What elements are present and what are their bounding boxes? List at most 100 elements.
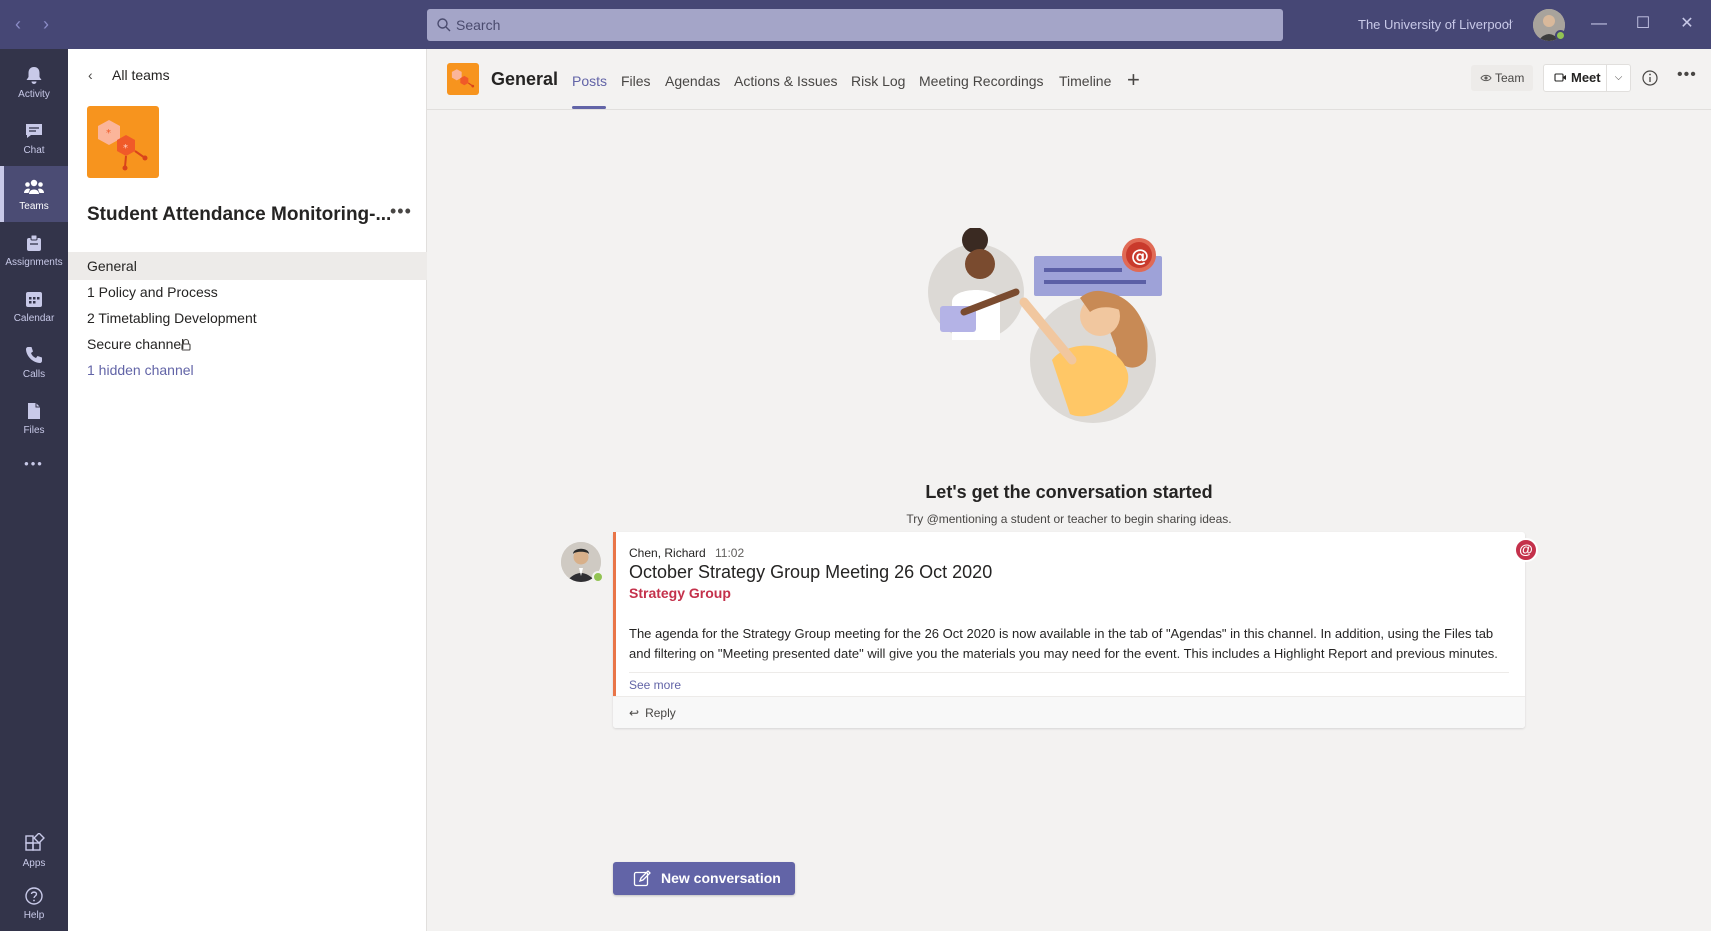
calendar-icon [26,292,42,307]
post-divider [629,672,1509,673]
video-camera-icon [1554,73,1566,82]
channel-item-general[interactable]: General [68,252,427,280]
forward-arrow-button[interactable]: › [36,14,56,34]
mention-icon: @ [1514,538,1538,562]
all-teams-link[interactable]: ‹ All teams [88,67,170,83]
info-icon[interactable] [1640,68,1660,88]
post-subject: October Strategy Group Meeting 26 Oct 20… [629,562,993,582]
conversation-illustration: @ [928,228,1162,423]
phone-icon [26,347,42,363]
post-tag-mention[interactable]: Strategy Group [629,585,731,601]
active-tab-indicator [572,106,606,109]
hexagon-molecule-icon [451,69,475,88]
channel-item-secure[interactable]: Secure channel [68,330,427,358]
svg-text:*: * [123,143,128,154]
chevron-left-icon: ‹ [88,67,93,83]
new-conversation-label: New conversation [661,870,781,886]
rail-label: Calendar [13,313,55,324]
eye-icon [1480,74,1492,82]
post-author[interactable]: Chen, Richard [629,546,706,560]
team-button-label: Team [1495,71,1525,85]
rail-label: Help [23,910,45,921]
file-icon [28,403,40,419]
minimize-button[interactable]: — [1587,12,1611,36]
chat-icon [26,124,42,138]
tab-timeline[interactable]: Timeline [1059,73,1111,89]
close-button[interactable]: ✕ [1675,12,1699,36]
meet-button[interactable]: Meet [1543,64,1607,92]
help-icon [25,887,43,905]
presence-available-icon [1555,30,1566,41]
rail-label: Calls [22,369,46,380]
rail-item-help[interactable]: Help [0,875,68,931]
team-more-options-button[interactable]: ••• [390,201,412,222]
tab-files[interactable]: Files [621,73,651,89]
rail-item-teams[interactable]: Teams [0,166,68,222]
reply-arrow-icon: ↩ [629,706,640,720]
tab-risk-log[interactable]: Risk Log [851,73,905,89]
rail-item-activity[interactable]: Activity [0,54,68,110]
rail-label: Activity [18,89,50,100]
rail-label: Assignments [5,257,63,268]
new-conversation-button[interactable]: New conversation [613,862,795,895]
meet-button-label: Meet [1571,70,1601,85]
tab-agendas[interactable]: Agendas [665,73,720,89]
tab-actions-issues[interactable]: Actions & Issues [734,73,838,89]
tab-posts[interactable]: Posts [572,73,607,89]
all-teams-label: All teams [112,67,170,83]
presence-available-icon [592,571,604,583]
search-input[interactable] [456,9,1256,41]
empty-state-subtitle: Try @mentioning a student or teacher to … [906,512,1232,526]
org-switcher[interactable]: The University of Liverpool [1358,17,1512,32]
post-body-fade [629,656,1509,669]
rail-more-button[interactable]: ••• [0,446,68,486]
tab-meeting-recordings[interactable]: Meeting Recordings [919,73,1044,89]
rail-item-assignments[interactable]: Assignments [0,222,68,278]
empty-state-title: Let's get the conversation started [925,482,1213,502]
rail-item-apps[interactable]: Apps [0,823,68,879]
svg-text:*: * [106,128,111,139]
rail-label: Chat [23,145,45,156]
hexagon-molecule-icon: * * [98,120,148,171]
post-timestamp: 11:02 [715,546,745,560]
rail-label: Files [23,425,45,436]
reply-button[interactable]: ↩ Reply [629,706,676,720]
more-icon: ••• [24,456,44,471]
reply-label: Reply [645,706,676,720]
add-tab-button[interactable]: + [1127,67,1140,93]
team-name: Student Attendance Monitoring-... [87,204,392,225]
team-button[interactable]: Team [1471,65,1533,91]
channel-item-policy[interactable]: 1 Policy and Process [68,278,427,306]
lock-icon [181,338,191,351]
rail-item-calendar[interactable]: Calendar [0,278,68,334]
channel-team-logo [447,63,479,95]
app-rail: Activity Chat Teams Assignments Calendar… [0,49,68,931]
meet-dropdown-button[interactable]: ⌵ [1607,64,1631,92]
rail-label: Apps [22,858,46,869]
search-icon [437,18,451,32]
bell-icon [26,67,42,84]
channel-header: General Posts Files Agendas Actions & Is… [427,49,1711,110]
channel-label: Secure channel [87,336,185,352]
maximize-button[interactable]: ☐ [1631,12,1655,36]
rail-item-calls[interactable]: Calls [0,334,68,390]
rail-item-files[interactable]: Files [0,390,68,446]
compose-icon [633,870,651,887]
channel-item-timetabling[interactable]: 2 Timetabling Development [68,304,427,332]
apps-icon [25,833,45,851]
rail-item-chat[interactable]: Chat [0,110,68,166]
hidden-channels-link[interactable]: 1 hidden channel [68,356,427,384]
chevron-down-icon[interactable]: ⌵ [1505,16,1513,29]
channel-more-options-button[interactable]: ••• [1677,66,1697,84]
title-bar: ‹ › The University of Liverpool ⌵ — ☐ ✕ [0,0,1711,49]
rail-label: Teams [19,201,49,212]
team-logo: * * [87,106,159,178]
teams-icon [24,179,44,194]
svg-text:@: @ [1131,246,1149,267]
see-more-link[interactable]: See more [629,678,681,692]
back-arrow-button[interactable]: ‹ [8,14,28,34]
search-bar[interactable] [427,9,1283,41]
assignments-icon [27,234,41,251]
important-accent-bar [613,532,616,696]
conversation-post: Chen, Richard 11:02 October Strategy Gro… [613,532,1525,728]
